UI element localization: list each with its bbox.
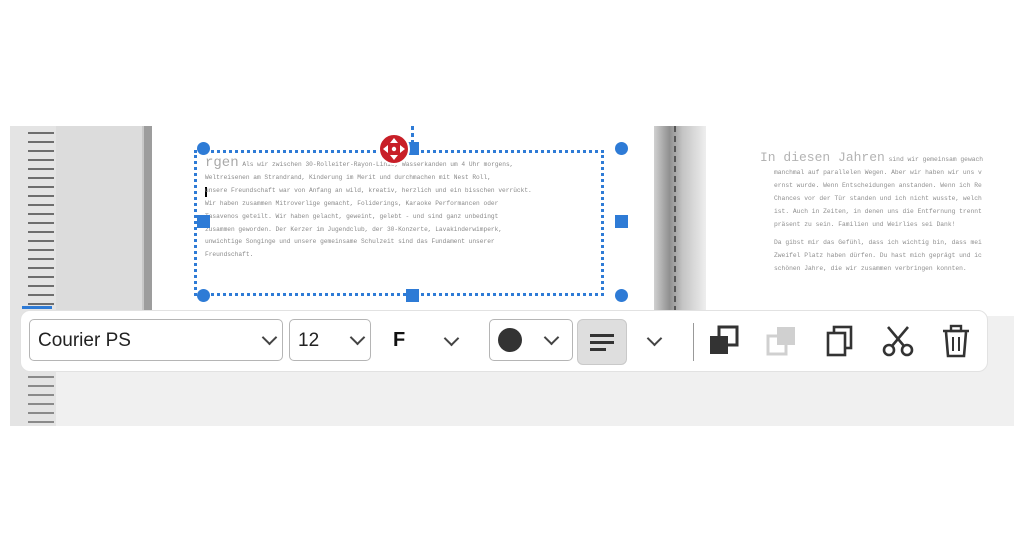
page-1[interactable]: rgen Als wir zwischen 30-Rolleiter-Rayon… xyxy=(152,126,654,316)
resize-handle-top-left[interactable] xyxy=(197,142,210,155)
chevron-down-icon xyxy=(349,329,366,346)
text-box-heading: rgen xyxy=(205,155,239,171)
resize-handle-right[interactable] xyxy=(615,215,628,228)
text-line: Freundschaft. xyxy=(205,251,254,259)
text-color-swatch xyxy=(498,328,522,352)
copy-icon[interactable] xyxy=(823,324,857,358)
text-line: manchmal auf parallelen Wegen. Aber wir … xyxy=(774,168,982,176)
text-line: schönen Jahre, die wir zusammen verbring… xyxy=(774,265,967,273)
align-left-icon xyxy=(590,334,614,337)
resize-handle-left[interactable] xyxy=(197,215,210,228)
text-box-content[interactable]: rgen Als wir zwischen 30-Rolleiter-Rayon… xyxy=(205,155,603,262)
bold-button[interactable]: F xyxy=(393,329,405,352)
text-line: unwichtige Songinge und unsere gemeinsam… xyxy=(205,238,495,246)
text-line: sind wir gemeinsam gewach xyxy=(888,156,984,163)
delete-icon[interactable] xyxy=(939,324,973,358)
page-2[interactable]: In diesen Jahren sind wir gemeinsam gewa… xyxy=(706,126,1014,316)
align-options-chevron-icon[interactable] xyxy=(646,330,663,347)
text-line: zusammen geworden. Der Kerzer im Jugendc… xyxy=(205,225,503,233)
ruler-position-marker[interactable] xyxy=(22,306,52,309)
text-line: Zweifel Platz haben dürfen. Du hast mich… xyxy=(774,252,982,260)
font-family-select[interactable]: Courier PS xyxy=(29,319,283,361)
align-left-button[interactable] xyxy=(577,319,627,365)
ruler-ticks xyxy=(28,132,54,308)
move-arrows-icon xyxy=(383,138,405,160)
align-left-icon-line xyxy=(590,341,614,344)
page-2-text: In diesen Jahren sind wir gemeinsam gewa… xyxy=(760,150,1014,276)
toolbar-divider xyxy=(693,323,694,361)
text-line: Wir haben zusammen Mitroverlige gemacht,… xyxy=(205,199,499,207)
send-to-back-icon[interactable] xyxy=(765,324,799,358)
chevron-down-icon xyxy=(261,329,278,346)
move-icon[interactable] xyxy=(378,133,410,165)
resize-handle-bottom-right[interactable] xyxy=(615,289,628,302)
resize-handle-bottom[interactable] xyxy=(406,289,419,302)
text-line: unsere Freundschaft war von Anfang an wi… xyxy=(205,186,532,194)
ruler-ticks-lower xyxy=(28,376,54,424)
text-line: Chances vor der Tür standen und ich nich… xyxy=(774,194,982,202)
text-line: Tasavenos geteilt. Wir haben gelacht, ge… xyxy=(205,212,499,220)
font-size-value: 12 xyxy=(298,330,320,351)
font-size-select[interactable]: 12 xyxy=(289,319,371,361)
page-edge-shadow xyxy=(142,126,152,316)
bring-to-front-icon[interactable] xyxy=(707,324,741,358)
align-left-icon-line xyxy=(590,348,606,351)
text-line: ist. Auch in Zeiten, in denen uns die En… xyxy=(774,207,982,215)
page-gap xyxy=(654,126,706,316)
bold-options-chevron-icon[interactable] xyxy=(443,330,460,347)
chevron-down-icon xyxy=(543,329,560,346)
page-boundary xyxy=(674,126,676,316)
editor-canvas: rgen Als wir zwischen 30-Rolleiter-Rayon… xyxy=(10,126,1014,426)
resize-handle-top-right[interactable] xyxy=(615,142,628,155)
resize-handle-bottom-left[interactable] xyxy=(197,289,210,302)
vertical-ruler xyxy=(10,126,56,426)
page-2-heading: In diesen Jahren xyxy=(760,150,885,165)
text-line: Als wir zwischen 30-Rolleiter-Rayon-Lini… xyxy=(242,161,514,168)
text-color-select[interactable] xyxy=(489,319,573,361)
text-format-toolbar: Courier PS 12 F xyxy=(20,310,988,372)
text-line: ernst wurde. Wenn Entscheidungen anstand… xyxy=(774,181,982,189)
text-line: Da gibst mir das Gefühl, dass ich wichti… xyxy=(774,239,982,247)
selected-text-box[interactable]: rgen Als wir zwischen 30-Rolleiter-Rayon… xyxy=(194,150,604,296)
text-line: Weltreisenen am Strandrand, Kinderung im… xyxy=(205,173,491,181)
cut-icon[interactable] xyxy=(881,324,915,358)
font-family-value: Courier PS xyxy=(38,330,131,351)
text-line: präsent zu sein. Familien und Weirlies s… xyxy=(774,220,956,228)
